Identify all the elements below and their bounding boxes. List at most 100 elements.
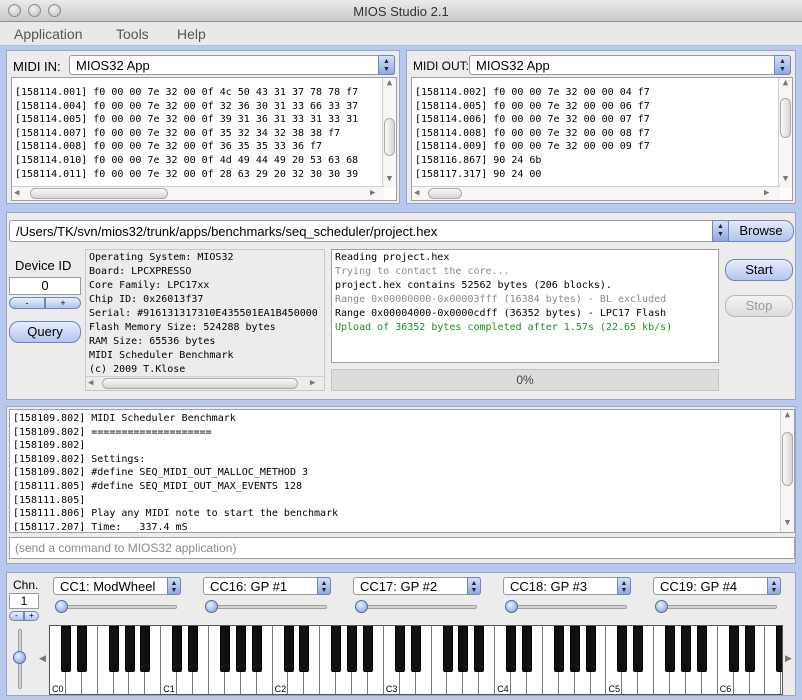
log-line: [158114.005] f0 00 00 7e 32 00 0f 39 31 … <box>15 114 359 126</box>
black-key[interactable] <box>442 626 453 672</box>
cc-slider-knob[interactable] <box>505 600 518 613</box>
scroll-right-icon[interactable]: ▶ <box>370 188 375 198</box>
channel-decrement[interactable]: - <box>9 611 24 621</box>
midi-in-vscrollbar[interactable]: ▲ ▼ <box>382 78 396 188</box>
black-key[interactable] <box>172 626 183 672</box>
cc-select-4[interactable]: CC19: GP #4 ▲ ▼ <box>653 577 781 595</box>
scroll-right-icon[interactable]: ▶ <box>310 378 315 388</box>
scroll-right-icon[interactable]: ▶ <box>785 653 792 664</box>
black-key[interactable] <box>251 626 262 672</box>
scroll-left-icon[interactable]: ◀ <box>39 653 46 664</box>
cc-select-1[interactable]: CC16: GP #1 ▲ ▼ <box>203 577 331 595</box>
cc-select-2[interactable]: CC17: GP #2 ▲ ▼ <box>353 577 481 595</box>
midi-in-hscrollbar[interactable]: ◀ ▶ <box>12 186 384 200</box>
scroll-down-icon[interactable]: ▼ <box>781 518 794 528</box>
scroll-left-icon[interactable]: ◀ <box>414 188 419 198</box>
black-key[interactable] <box>585 626 596 672</box>
black-key[interactable] <box>665 626 676 672</box>
black-key[interactable] <box>60 626 71 672</box>
scroll-up-icon[interactable]: ▲ <box>779 78 792 88</box>
scroll-thumb[interactable] <box>30 188 168 199</box>
black-key[interactable] <box>696 626 707 672</box>
scroll-left-icon[interactable]: ◀ <box>88 378 93 388</box>
scroll-up-icon[interactable]: ▲ <box>383 78 396 88</box>
midi-out-hscrollbar[interactable]: ◀ ▶ <box>412 186 780 200</box>
black-key[interactable] <box>235 626 246 672</box>
device-id-field[interactable]: 0 <box>9 277 81 295</box>
black-key[interactable] <box>108 626 119 672</box>
terminal-line: [158111.805] #define SEQ_MIDI_OUT_MAX_EV… <box>13 481 302 492</box>
black-key[interactable] <box>410 626 421 672</box>
black-key[interactable] <box>681 626 691 672</box>
scroll-down-icon[interactable]: ▼ <box>779 174 792 184</box>
query-button[interactable]: Query <box>9 321 81 343</box>
black-key[interactable] <box>458 626 469 672</box>
cc-slider-track[interactable] <box>57 605 177 609</box>
upload-status-log[interactable]: Reading project.hex Trying to contact the… <box>331 249 719 363</box>
black-key[interactable] <box>569 626 580 672</box>
core-info-hscrollbar[interactable]: ◀ ▶ <box>86 376 324 390</box>
velocity-slider-knob[interactable] <box>13 651 26 664</box>
scroll-thumb[interactable] <box>782 432 793 486</box>
cc-slider-knob[interactable] <box>355 600 368 613</box>
cc-slider-track[interactable] <box>357 605 477 609</box>
scroll-up-icon[interactable]: ▲ <box>781 410 794 420</box>
black-key[interactable] <box>728 626 739 672</box>
scroll-thumb[interactable] <box>384 118 395 156</box>
cc-slider-track[interactable] <box>207 605 327 609</box>
cc-select-3[interactable]: CC18: GP #3 ▲ ▼ <box>503 577 631 595</box>
menu-tools[interactable]: Tools <box>116 26 149 42</box>
black-key[interactable] <box>283 626 294 672</box>
cc-select-0[interactable]: CC1: ModWheel ▲ ▼ <box>53 577 181 595</box>
black-key[interactable] <box>219 626 230 672</box>
midi-out-vscrollbar[interactable]: ▲ ▼ <box>778 78 792 188</box>
cc-slider-knob[interactable] <box>55 600 68 613</box>
stop-button[interactable]: Stop <box>725 295 793 317</box>
black-key[interactable] <box>633 626 644 672</box>
black-key[interactable] <box>744 626 755 672</box>
black-key[interactable] <box>331 626 342 672</box>
command-input[interactable]: (send a command to MIOS32 application) <box>9 537 795 559</box>
scroll-right-icon[interactable]: ▶ <box>764 188 769 198</box>
black-key[interactable] <box>76 626 87 672</box>
midi-in-log[interactable]: [158114.001] f0 00 00 7e 32 00 0f 4c 50 … <box>11 77 397 201</box>
scroll-left-icon[interactable]: ◀ <box>14 188 19 198</box>
scroll-down-icon[interactable]: ▼ <box>383 174 396 184</box>
file-path-select[interactable]: /Users/TK/svn/mios32/trunk/apps/benchmar… <box>9 220 729 242</box>
black-key[interactable] <box>617 626 628 672</box>
terminal-log[interactable]: [158109.802] MIDI Scheduler Benchmark [15… <box>9 409 795 533</box>
black-key[interactable] <box>347 626 358 672</box>
black-key[interactable] <box>553 626 564 672</box>
black-key[interactable] <box>299 626 310 672</box>
black-key[interactable] <box>776 626 782 672</box>
scroll-thumb[interactable] <box>428 188 462 199</box>
black-key[interactable] <box>394 626 405 672</box>
cc-slider-track[interactable] <box>507 605 627 609</box>
start-button[interactable]: Start <box>725 259 793 281</box>
black-key[interactable] <box>188 626 199 672</box>
midi-out-select[interactable]: MIOS32 App ▲ ▼ <box>469 55 791 75</box>
scroll-thumb[interactable] <box>102 378 298 389</box>
menu-application[interactable]: Application <box>14 26 83 42</box>
terminal-vscrollbar[interactable]: ▲ ▼ <box>780 410 794 532</box>
midi-out-log[interactable]: [158114.002] f0 00 00 7e 32 00 00 04 f7 [… <box>411 77 793 201</box>
black-key[interactable] <box>506 626 517 672</box>
browse-button[interactable]: Browse <box>728 220 794 242</box>
core-info-text[interactable]: Operating System: MIOS32 Board: LPCXPRESS… <box>85 249 325 391</box>
device-id-increment[interactable]: + <box>45 297 81 309</box>
menu-help[interactable]: Help <box>177 26 206 42</box>
black-key[interactable] <box>124 626 135 672</box>
channel-field[interactable]: 1 <box>9 593 39 609</box>
cc-slider-knob[interactable] <box>655 600 668 613</box>
device-id-decrement[interactable]: - <box>9 297 45 309</box>
channel-increment[interactable]: + <box>24 611 39 621</box>
black-key[interactable] <box>363 626 373 672</box>
black-key[interactable] <box>522 626 532 672</box>
black-key[interactable] <box>140 626 151 672</box>
scroll-thumb[interactable] <box>780 98 791 138</box>
black-key[interactable] <box>474 626 485 672</box>
piano-keyboard[interactable]: C0 C1 C2 C3 C4 C5 C6 <box>49 625 783 695</box>
midi-in-select[interactable]: MIOS32 App ▲ ▼ <box>69 55 395 75</box>
cc-slider-track[interactable] <box>657 605 777 609</box>
cc-slider-knob[interactable] <box>205 600 218 613</box>
